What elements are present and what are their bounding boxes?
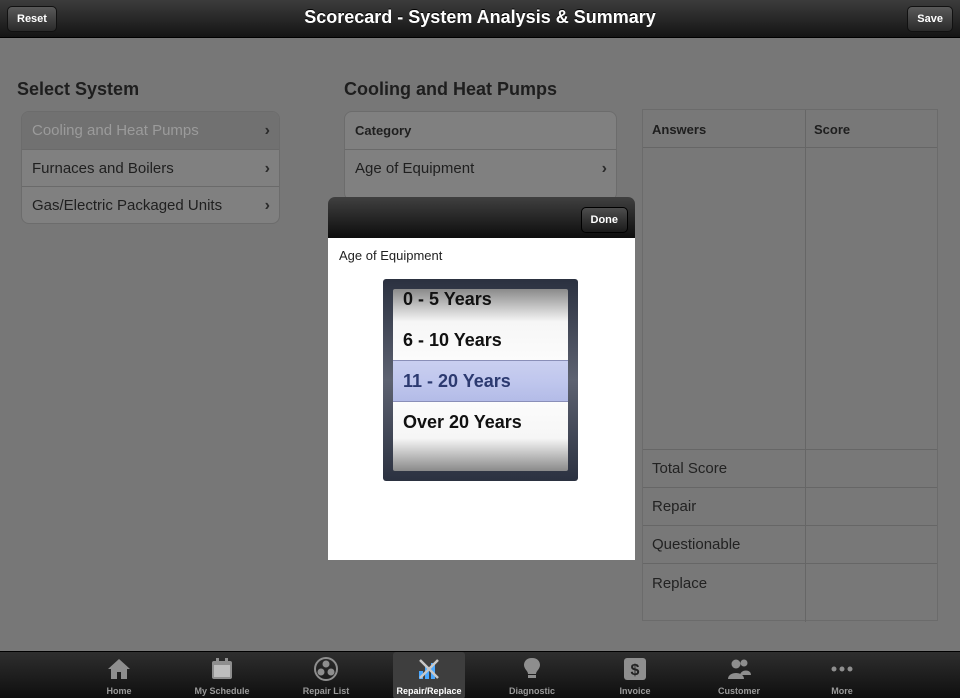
save-button[interactable]: Save — [907, 6, 953, 32]
chevron-right-icon: › — [264, 122, 270, 139]
picker-option[interactable]: 0 - 5 Years — [403, 289, 492, 320]
repair-label: Repair — [652, 498, 697, 515]
replace-label: Replace — [652, 575, 708, 592]
row-divider — [643, 525, 937, 526]
chevron-right-icon: › — [264, 197, 270, 214]
tab-invoice[interactable]: $ Invoice — [599, 652, 671, 698]
tab-my-schedule[interactable]: My Schedule — [186, 652, 258, 698]
chart-tools-icon — [419, 659, 439, 679]
category-list: Category Age of Equipment › — [344, 111, 617, 201]
questionable-label: Questionable — [652, 536, 741, 553]
tab-label: Repair/Replace — [396, 686, 462, 696]
system-item-cooling[interactable]: Cooling and Heat Pumps › — [22, 112, 279, 150]
tab-repair-list[interactable]: Repair List — [290, 652, 362, 698]
category-item-label: Age of Equipment — [355, 159, 475, 177]
tab-label: Diagnostic — [508, 686, 555, 696]
tab-customer[interactable]: Customer — [703, 652, 775, 698]
picker-option-selected[interactable]: 11 - 20 Years — [403, 361, 511, 402]
picker-option[interactable]: Over 20 Years — [403, 402, 522, 443]
calendar-icon — [212, 658, 232, 679]
more-dots-icon — [831, 666, 853, 672]
age-picker[interactable]: 0 - 5 Years 6 - 10 Years 11 - 20 Years O… — [383, 279, 578, 481]
category-heading: Cooling and Heat Pumps — [344, 79, 558, 99]
tab-label: Home — [106, 686, 132, 696]
tab-label: Invoice — [619, 686, 651, 696]
tab-home[interactable]: Home — [83, 652, 155, 698]
chevron-right-icon: › — [601, 159, 607, 177]
column-divider — [805, 110, 806, 622]
navigation-bar: Reset Scorecard - System Analysis & Summ… — [0, 0, 960, 38]
lightbulb-icon — [524, 658, 540, 678]
page-title: Scorecard - System Analysis & Summary — [304, 7, 656, 27]
select-system-heading: Select System — [17, 79, 140, 99]
system-list: Cooling and Heat Pumps › Furnaces and Bo… — [21, 111, 280, 224]
total-score-label: Total Score — [652, 460, 728, 477]
score-table: Answers Score Total Score Repair Questio… — [642, 109, 938, 622]
system-item-label: Gas/Electric Packaged Units — [32, 197, 223, 214]
system-item-label: Cooling and Heat Pumps — [32, 122, 199, 139]
system-item-packaged-units[interactable]: Gas/Electric Packaged Units › — [22, 187, 279, 223]
score-header: Score — [814, 122, 851, 137]
tab-diagnostic[interactable]: Diagnostic — [496, 652, 568, 698]
picker-option[interactable]: 6 - 10 Years — [403, 320, 502, 361]
tab-more[interactable]: More — [806, 652, 878, 698]
chevron-right-icon: › — [264, 159, 270, 177]
tab-label: More — [831, 686, 853, 696]
row-divider — [643, 563, 937, 564]
picker-wheel[interactable]: 0 - 5 Years 6 - 10 Years 11 - 20 Years O… — [393, 289, 568, 471]
system-item-label: Furnaces and Boilers — [32, 159, 174, 177]
svg-text:$: $ — [631, 662, 640, 679]
row-divider — [643, 487, 937, 488]
popover-toolbar: Done — [328, 197, 635, 238]
row-divider — [643, 449, 937, 450]
age-picker-popover: Done Age of Equipment 0 - 5 Years 6 - 10… — [328, 197, 635, 560]
fan-icon — [314, 657, 338, 681]
tab-bar: Home My Schedule Repair List Repair/Repl… — [0, 651, 960, 698]
people-icon — [728, 659, 751, 679]
done-button[interactable]: Done — [580, 207, 628, 233]
house-icon — [108, 659, 130, 679]
category-header-label: Category — [355, 123, 412, 138]
tab-label: My Schedule — [194, 686, 250, 696]
answers-header: Answers — [652, 122, 707, 137]
popover-body: Age of Equipment 0 - 5 Years 6 - 10 Year… — [328, 238, 635, 560]
tab-label: Customer — [717, 686, 760, 696]
category-column-header: Category — [345, 112, 616, 150]
tab-label: Repair List — [302, 686, 350, 696]
picker-field-label: Age of Equipment — [339, 248, 443, 263]
system-item-furnaces[interactable]: Furnaces and Boilers › — [22, 150, 279, 187]
row-divider — [643, 147, 937, 148]
category-item-age[interactable]: Age of Equipment › — [345, 150, 616, 188]
tab-repair-replace[interactable]: Repair/Replace — [393, 652, 465, 698]
dollar-icon: $ — [624, 658, 646, 680]
